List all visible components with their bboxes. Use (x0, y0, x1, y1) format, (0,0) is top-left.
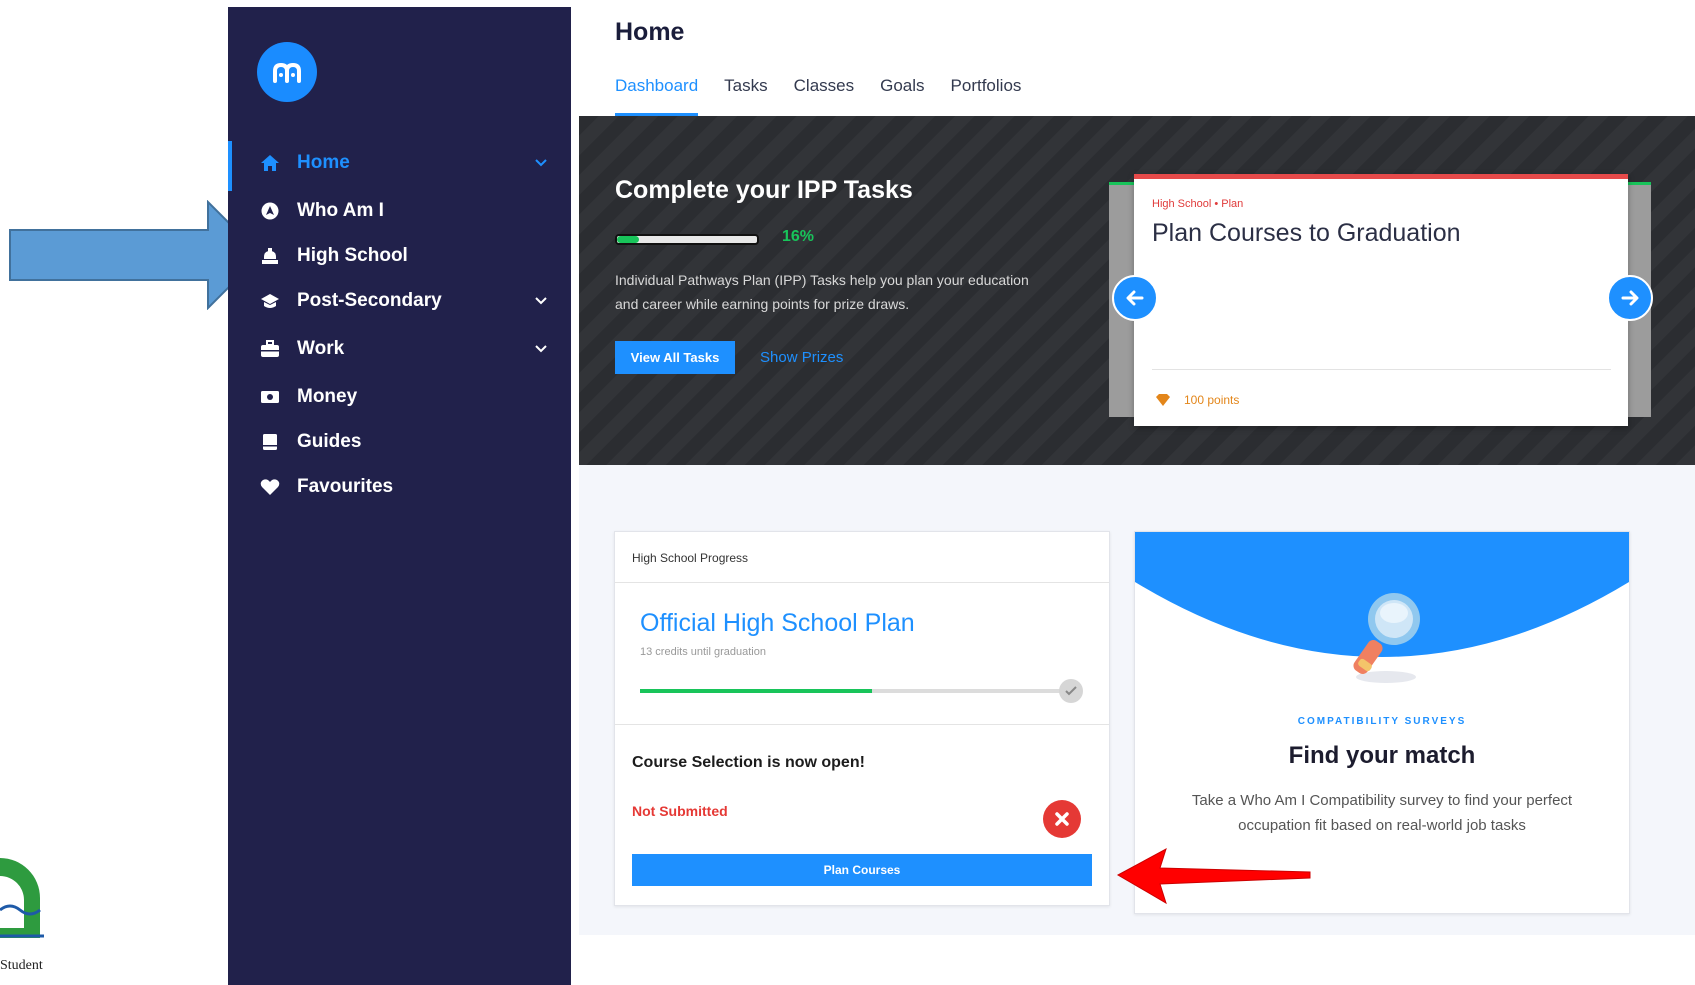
sidebar-item-home[interactable]: Home (228, 143, 571, 183)
magnifying-glass-icon (1353, 593, 1420, 683)
arrow-right-icon (1621, 290, 1639, 306)
ipp-tasks-banner: Complete your IPP Tasks 16% Individual P… (579, 116, 1695, 465)
compass-icon (260, 201, 280, 221)
survey-title: Find your match (1288, 742, 1476, 769)
card-header-title: High School Progress (632, 551, 749, 565)
school-bell-icon (260, 246, 280, 266)
page-title: Home (615, 18, 685, 46)
arrow-left-icon (1126, 290, 1144, 306)
tab-goals[interactable]: Goals (880, 76, 924, 116)
task-points: 100 points (1184, 393, 1240, 407)
ipp-progress-bar (615, 234, 759, 245)
sidebar-item-label: Favourites (297, 476, 394, 497)
sidebar-item-post-secondary[interactable]: Post-Secondary (228, 281, 571, 321)
sidebar-item-label: Guides (297, 431, 362, 452)
graduation-cap-icon (260, 291, 280, 311)
sidebar-item-label: Work (297, 338, 345, 359)
survey-eyebrow: COMPATIBILITY SURVEYS (1297, 716, 1467, 727)
official-plan-link[interactable]: Official High School Plan (640, 609, 915, 638)
view-all-tasks-button[interactable]: View All Tasks (615, 341, 735, 374)
sidebar-item-guides[interactable]: Guides (228, 422, 571, 462)
credits-remaining: 13 credits until graduation (640, 646, 766, 658)
plan-courses-button[interactable]: Plan Courses (632, 854, 1092, 886)
check-icon (1059, 679, 1083, 703)
show-prizes-link[interactable]: Show Prizes (760, 349, 843, 366)
status-badge: Not Submitted (632, 803, 728, 819)
annotation-red-arrow (1116, 847, 1311, 905)
task-divider (1152, 369, 1611, 370)
task-category: High School • Plan (1152, 198, 1244, 210)
tab-classes[interactable]: Classes (794, 76, 854, 116)
sidebar-item-high-school[interactable]: High School (228, 236, 571, 276)
tab-portfolios[interactable]: Portfolios (951, 76, 1022, 116)
task-title: Plan Courses to Graduation (1152, 219, 1461, 247)
card-header: High School Progress (615, 532, 1109, 583)
sidebar-item-label: Money (297, 386, 358, 407)
card-divider (615, 724, 1109, 725)
school-board-logo-icon (0, 858, 44, 938)
sidebar-item-money[interactable]: Money (228, 377, 571, 417)
task-card[interactable]: High School • Plan Plan Courses to Gradu… (1134, 174, 1628, 426)
heart-icon (260, 477, 280, 497)
sidebar-item-label: High School (297, 245, 408, 266)
money-icon (260, 387, 280, 407)
school-caption: Student (0, 958, 43, 973)
high-school-progress-card: High School Progress Official High Schoo… (614, 531, 1110, 906)
brand-logo[interactable] (257, 42, 317, 102)
survey-description: Take a Who Am I Compatibility survey to … (1191, 792, 1573, 834)
course-selection-heading: Course Selection is now open! (632, 754, 865, 771)
ipp-progress-fill (617, 236, 640, 243)
graduation-progress-fill (640, 689, 873, 693)
sidebar-item-favourites[interactable]: Favourites (228, 467, 571, 507)
ipp-description: Individual Pathways Plan (IPP) Tasks hel… (615, 272, 1029, 312)
sidebar-item-label: Post-Secondary (297, 290, 442, 311)
carousel-next-button[interactable] (1607, 275, 1653, 321)
graduation-progress-bar (640, 689, 1070, 693)
sidebar-item-label: Home (297, 152, 350, 173)
myblueprint-logo-icon (273, 62, 301, 83)
sidebar-item-who-am-i[interactable]: Who Am I (228, 191, 571, 231)
chevron-down-icon[interactable] (533, 155, 549, 171)
close-icon (1043, 800, 1081, 838)
annotation-blue-arrow (9, 200, 263, 310)
sidebar-item-label: Who Am I (297, 200, 384, 221)
briefcase-icon (260, 339, 280, 359)
chevron-down-icon[interactable] (533, 341, 549, 357)
home-icon (260, 153, 280, 173)
chevron-down-icon[interactable] (533, 293, 549, 309)
sidebar: Home Who Am I High School Post-Secondary… (228, 7, 571, 985)
tab-bar: Dashboard Tasks Classes Goals Portfolios (615, 76, 1047, 116)
tab-dashboard[interactable]: Dashboard (615, 76, 699, 116)
carousel-prev-button[interactable] (1112, 275, 1158, 321)
sidebar-item-work[interactable]: Work (228, 329, 571, 369)
ipp-title: Complete your IPP Tasks (615, 176, 913, 204)
gem-icon (1156, 394, 1170, 406)
tab-tasks[interactable]: Tasks (724, 76, 767, 116)
ipp-progress-label: 16% (782, 228, 815, 245)
book-icon (260, 432, 280, 452)
